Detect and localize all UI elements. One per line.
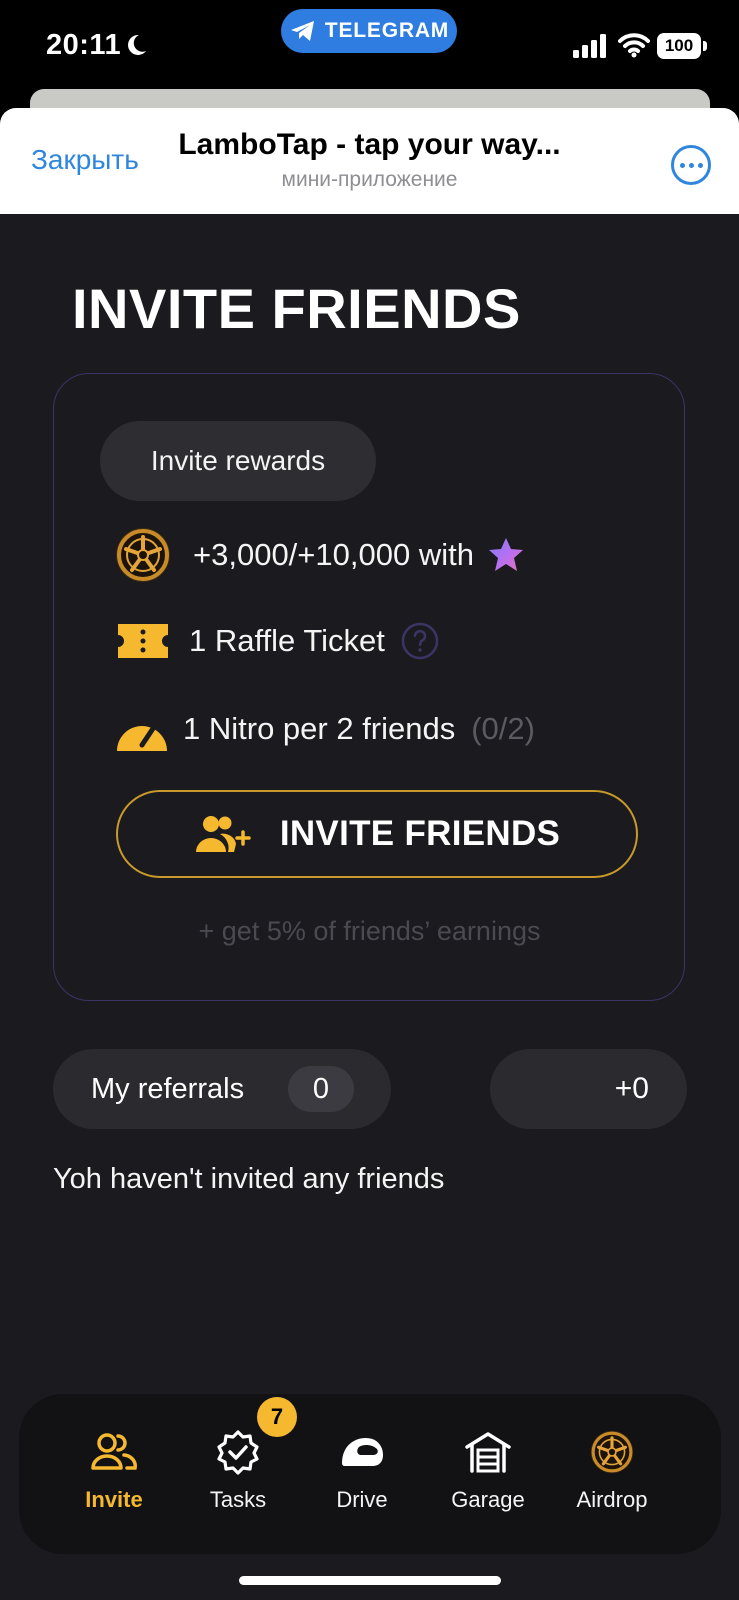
wheel-coin-icon: [590, 1430, 634, 1474]
battery-level: 100: [657, 33, 701, 59]
mini-app-subtitle: мини-приложение: [281, 168, 458, 191]
telegram-pill-label: TELEGRAM: [324, 19, 450, 42]
helmet-icon: [342, 1438, 383, 1466]
reward-nitro-text: 1 Nitro per 2 friends: [183, 711, 456, 746]
empty-referrals-message: Yoh haven't invited any friends: [53, 1163, 445, 1195]
nav-drive-label: Drive: [336, 1487, 388, 1512]
earnings-note: + get 5% of friends’ earnings: [198, 916, 541, 946]
wheel-coin-icon: [116, 528, 170, 582]
tasks-count-badge: 7: [257, 1397, 297, 1437]
garage-icon: [465, 1432, 511, 1473]
nav-garage-label: Garage: [451, 1487, 525, 1512]
referrals-count-badge: 0: [288, 1066, 354, 1112]
home-indicator: [239, 1576, 501, 1585]
nav-invite[interactable]: Invite: [51, 1394, 177, 1554]
signal-icon: [573, 34, 606, 58]
invite-friends-button-label: INVITE FRIENDS: [279, 814, 561, 853]
invite-friends-button[interactable]: INVITE FRIENDS: [116, 790, 638, 878]
badge-check-icon: [217, 1430, 259, 1475]
reward-ticket-row: 1 Raffle Ticket: [115, 620, 439, 662]
reward-nitro-row: 1 Nitro per 2 friends (0/2): [115, 707, 535, 751]
people-icon: [91, 1433, 137, 1470]
nav-tasks-label: Tasks: [209, 1487, 267, 1512]
battery-indicator: 100: [657, 33, 707, 59]
invite-rewards-label: Invite rewards: [100, 421, 376, 501]
page-title: INVITE FRIENDS: [72, 277, 521, 340]
reward-coins-text: +3,000/+10,000 with: [193, 537, 474, 572]
premium-star-icon: [488, 538, 523, 571]
telegram-icon: [290, 21, 314, 41]
nitro-progress: (0/2): [471, 711, 535, 746]
nav-airdrop-label: Airdrop: [576, 1487, 648, 1512]
referral-earnings-value: +0: [614, 1072, 649, 1105]
wifi-icon: [618, 33, 650, 58]
moon-icon: [128, 34, 146, 55]
nitro-gauge-icon: [117, 724, 167, 751]
raffle-ticket-icon: [118, 624, 168, 658]
help-icon[interactable]: [401, 622, 439, 660]
nav-airdrop[interactable]: Airdrop: [549, 1394, 675, 1554]
reward-ticket-text: 1 Raffle Ticket: [189, 623, 385, 658]
nav-drive[interactable]: Drive: [299, 1394, 425, 1554]
mini-app-title: LamboTap - tap your way...: [178, 128, 561, 161]
bottom-navigation: Invite Tasks Drive Garage Airdrop: [19, 1394, 721, 1554]
more-options-button[interactable]: [671, 145, 711, 185]
my-referrals-label: My referrals: [91, 1072, 245, 1105]
nav-garage[interactable]: Garage: [425, 1394, 551, 1554]
status-time: 20:11: [46, 29, 122, 61]
add-user-icon: [195, 816, 251, 852]
nav-invite-label: Invite: [85, 1487, 143, 1512]
referral-earnings[interactable]: +0: [490, 1049, 687, 1129]
reward-coins-row: +3,000/+10,000 with: [115, 527, 526, 583]
telegram-pill[interactable]: TELEGRAM: [281, 9, 457, 53]
status-bar: 20:11 TELEGRAM 100: [0, 0, 739, 90]
